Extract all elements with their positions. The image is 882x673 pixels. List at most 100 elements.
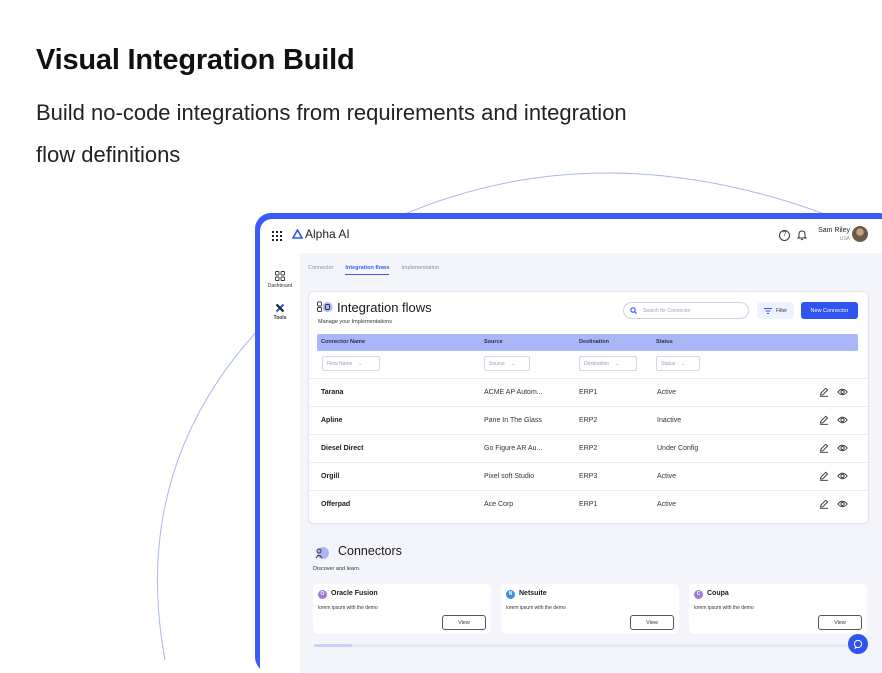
edit-icon[interactable]	[819, 443, 829, 453]
brand-logo[interactable]: Alpha AI	[292, 227, 350, 241]
view-eye-icon[interactable]	[837, 471, 848, 481]
search-placeholder: Search for Connector	[643, 307, 691, 314]
bell-icon[interactable]	[797, 229, 807, 241]
avatar[interactable]	[852, 226, 868, 242]
connector-card-desc: lorem ipsum with the demo	[694, 605, 754, 611]
status-cell: Active	[657, 389, 677, 396]
table-row[interactable]: Diesel Direct Go Figure AR Au... ERP2 Un…	[309, 434, 868, 462]
connectors-icon	[315, 547, 329, 559]
row-actions	[819, 443, 848, 453]
oracle-logo-icon: O	[318, 590, 327, 599]
view-button[interactable]: View	[442, 615, 486, 630]
table-row[interactable]: Offerpad Ace Corp ERP1 Active	[309, 490, 868, 518]
view-eye-icon[interactable]	[837, 415, 848, 425]
filter-value: Source	[489, 360, 505, 367]
row-actions	[819, 415, 848, 425]
connector-name: Orgill	[321, 473, 340, 480]
coupa-logo-icon: C	[694, 590, 703, 599]
connector-card-netsuite[interactable]: N Netsuite lorem ipsum with the demo Vie…	[501, 584, 679, 634]
search-input[interactable]: Search for Connector	[623, 302, 749, 319]
tab-integration-flows[interactable]: Integration flows	[345, 265, 390, 275]
filter-value: Status	[661, 360, 676, 367]
column-header[interactable]: Source	[484, 339, 503, 345]
filter-button[interactable]: Filter	[757, 302, 794, 319]
view-eye-icon[interactable]	[837, 387, 848, 397]
row-actions	[819, 387, 848, 397]
status-filter[interactable]: Status ⌄	[656, 356, 700, 371]
destination-cell: ERP2	[579, 445, 598, 452]
source-filter[interactable]: Source ⌄	[484, 356, 530, 371]
view-button[interactable]: View	[818, 615, 862, 630]
user-location: USA	[839, 236, 850, 242]
table-header: Connector Name Source Destination Status	[317, 334, 858, 351]
chevron-down-icon: ⌄	[681, 360, 686, 367]
flow-name-filter[interactable]: Flow Name ⌄	[322, 356, 380, 371]
row-actions	[819, 499, 848, 509]
view-button[interactable]: View	[630, 615, 674, 630]
table-row[interactable]: Apline Pane In The Glass ERP2 Inactive	[309, 406, 868, 434]
main-content: Connector Integration flows Implementati…	[300, 253, 882, 673]
top-bar: Alpha AI ? Sam Riley USA	[260, 219, 882, 253]
chat-assistant-button[interactable]	[848, 634, 868, 654]
status-cell: Active	[657, 473, 677, 480]
filter-icon	[763, 307, 772, 314]
integration-flows-card: Integration flows Manage your Implementa…	[308, 291, 869, 524]
destination-cell: ERP2	[579, 417, 598, 424]
column-header[interactable]: Status	[656, 339, 673, 345]
source-cell: Pixel soft Studio	[484, 473, 535, 480]
chat-icon	[853, 639, 863, 649]
apps-grid-icon[interactable]	[272, 231, 282, 241]
tab-connector[interactable]: Connector	[308, 265, 333, 275]
connector-card-desc: lorem ipsum with the demo	[506, 605, 566, 611]
sidebar-item-dashboard[interactable]: Dashboard	[260, 271, 300, 289]
connector-card-oracle-fusion[interactable]: O Oracle Fusion lorem ipsum with the dem…	[313, 584, 491, 634]
app-content: Alpha AI ? Sam Riley USA Dashboard Tools…	[260, 219, 882, 673]
status-cell: Inactive	[657, 417, 682, 424]
user-name: Sam Riley	[818, 227, 850, 234]
sidebar-item-tools[interactable]: Tools	[260, 303, 300, 321]
dashboard-icon	[275, 271, 285, 281]
connector-card-coupa[interactable]: C Coupa lorem ipsum with the demo View	[689, 584, 867, 634]
filter-value: Destination	[584, 360, 610, 367]
source-cell: Pane In The Glass	[484, 417, 542, 424]
filter-row: Flow Name ⌄ Source ⌄ Destination ⌄ Status ⌄	[317, 354, 858, 374]
scrollbar-thumb[interactable]	[314, 644, 352, 647]
source-cell: Ace Corp	[484, 501, 514, 508]
netsuite-logo-icon: N	[506, 590, 515, 599]
destination-cell: ERP1	[579, 389, 598, 396]
sidebar-item-label: Tools	[273, 315, 287, 321]
edit-icon[interactable]	[819, 387, 829, 397]
table-row[interactable]: Orgill Pixel soft Studio ERP3 Active	[309, 462, 868, 490]
connectors-title: Connectors	[338, 544, 402, 558]
card-title: Integration flows	[337, 300, 432, 315]
connectors-subtitle: Discover and learn.	[313, 566, 361, 572]
connector-card-name: Oracle Fusion	[331, 590, 378, 597]
view-eye-icon[interactable]	[837, 499, 848, 509]
connector-card-name: Netsuite	[519, 590, 547, 597]
horizontal-scrollbar[interactable]	[314, 644, 864, 647]
connector-card-name: Coupa	[707, 590, 729, 597]
destination-cell: ERP1	[579, 501, 598, 508]
column-header[interactable]: Connector Name	[321, 339, 365, 345]
flows-icon	[317, 301, 333, 312]
chevron-down-icon: ⌄	[358, 360, 363, 367]
table-row[interactable]: Tarana ACME AP Autom... ERP1 Active	[309, 378, 868, 406]
tab-implementation[interactable]: Implementation	[401, 265, 439, 275]
search-icon	[630, 307, 637, 314]
tools-icon	[275, 303, 285, 313]
view-eye-icon[interactable]	[837, 443, 848, 453]
help-icon[interactable]: ?	[779, 230, 790, 241]
app-window: Alpha AI ? Sam Riley USA Dashboard Tools…	[255, 213, 882, 673]
destination-filter[interactable]: Destination ⌄	[579, 356, 637, 371]
brand-name: Alpha AI	[305, 227, 350, 241]
status-cell: Active	[657, 501, 677, 508]
column-header[interactable]: Destination	[579, 339, 609, 345]
hero-subtitle: Build no-code integrations from requirem…	[36, 100, 627, 167]
edit-icon[interactable]	[819, 471, 829, 481]
destination-cell: ERP3	[579, 473, 598, 480]
edit-icon[interactable]	[819, 499, 829, 509]
new-connector-button[interactable]: New Connector	[801, 302, 858, 319]
connector-name: Apline	[321, 417, 343, 424]
hero-title: Visual Integration Build	[36, 44, 355, 76]
edit-icon[interactable]	[819, 415, 829, 425]
